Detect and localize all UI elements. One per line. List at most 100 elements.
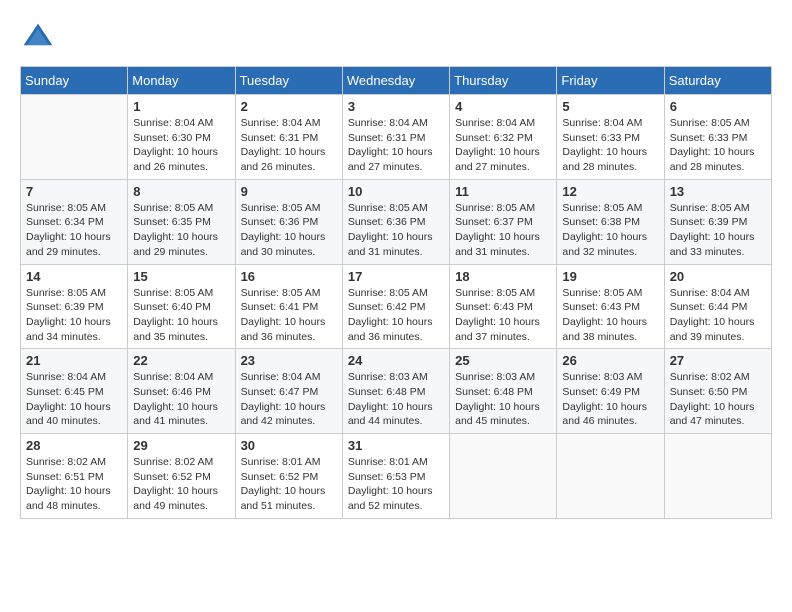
day-info: Sunrise: 8:01 AMSunset: 6:52 PMDaylight:… <box>241 455 337 514</box>
calendar-cell: 29 Sunrise: 8:02 AMSunset: 6:52 PMDayligh… <box>128 434 235 519</box>
calendar-cell: 23Sunrise: 8:04 AMSunset: 6:47 PMDayligh… <box>235 349 342 434</box>
day-info: Sunrise: 8:05 AMSunset: 6:39 PMDaylight:… <box>670 201 766 260</box>
calendar-cell: 12 Sunrise: 8:05 AMSunset: 6:38 PMDayligh… <box>557 179 664 264</box>
calendar-header-row: SundayMondayTuesdayWednesdayThursdayFrid… <box>21 67 772 95</box>
day-info: Sunrise: 8:05 AMSunset: 6:39 PMDaylight:… <box>26 286 122 345</box>
day-info: Sunrise: 8:02 AMSunset: 6:52 PMDaylight:… <box>133 455 229 514</box>
col-header-tuesday: Tuesday <box>235 67 342 95</box>
col-header-wednesday: Wednesday <box>342 67 449 95</box>
day-info: Sunrise: 8:02 AMSunset: 6:51 PMDaylight:… <box>26 455 122 514</box>
day-number: 2 <box>241 99 337 114</box>
calendar-week-row: 1 Sunrise: 8:04 AMSunset: 6:30 PMDaylight… <box>21 95 772 180</box>
col-header-monday: Monday <box>128 67 235 95</box>
day-info: Sunrise: 8:03 AMSunset: 6:48 PMDaylight:… <box>455 370 551 429</box>
col-header-saturday: Saturday <box>664 67 771 95</box>
day-number: 12 <box>562 184 658 199</box>
calendar-week-row: 21 Sunrise: 8:04 AMSunset: 6:45 PMDayligh… <box>21 349 772 434</box>
day-number: 1 <box>133 99 229 114</box>
day-number: 16 <box>241 269 337 284</box>
calendar-cell: 9Sunrise: 8:05 AMSunset: 6:36 PMDaylight… <box>235 179 342 264</box>
calendar-cell: 2 Sunrise: 8:04 AMSunset: 6:31 PMDaylight… <box>235 95 342 180</box>
calendar-table: SundayMondayTuesdayWednesdayThursdayFrid… <box>20 66 772 519</box>
day-number: 31 <box>348 438 444 453</box>
day-number: 5 <box>562 99 658 114</box>
day-info: Sunrise: 8:05 AMSunset: 6:41 PMDaylight:… <box>241 286 337 345</box>
calendar-cell: 30Sunrise: 8:01 AMSunset: 6:52 PMDayligh… <box>235 434 342 519</box>
day-number: 7 <box>26 184 122 199</box>
calendar-cell: 14 Sunrise: 8:05 AMSunset: 6:39 PMDayligh… <box>21 264 128 349</box>
day-info: Sunrise: 8:04 AMSunset: 6:32 PMDaylight:… <box>455 116 551 175</box>
day-info: Sunrise: 8:02 AMSunset: 6:50 PMDaylight:… <box>670 370 766 429</box>
day-number: 15 <box>133 269 229 284</box>
day-info: Sunrise: 8:03 AMSunset: 6:49 PMDaylight:… <box>562 370 658 429</box>
calendar-week-row: 28 Sunrise: 8:02 AMSunset: 6:51 PMDayligh… <box>21 434 772 519</box>
calendar-cell: 28 Sunrise: 8:02 AMSunset: 6:51 PMDayligh… <box>21 434 128 519</box>
day-number: 20 <box>670 269 766 284</box>
day-number: 11 <box>455 184 551 199</box>
day-number: 3 <box>348 99 444 114</box>
calendar-cell: 21 Sunrise: 8:04 AMSunset: 6:45 PMDayligh… <box>21 349 128 434</box>
day-info: Sunrise: 8:05 AMSunset: 6:42 PMDaylight:… <box>348 286 444 345</box>
day-number: 26 <box>562 353 658 368</box>
calendar-cell <box>557 434 664 519</box>
day-number: 4 <box>455 99 551 114</box>
day-info: Sunrise: 8:05 AMSunset: 6:36 PMDaylight:… <box>348 201 444 260</box>
day-number: 19 <box>562 269 658 284</box>
calendar-cell: 22Sunrise: 8:04 AMSunset: 6:46 PMDayligh… <box>128 349 235 434</box>
day-info: Sunrise: 8:04 AMSunset: 6:45 PMDaylight:… <box>26 370 122 429</box>
calendar-cell: 7 Sunrise: 8:05 AMSunset: 6:34 PMDaylight… <box>21 179 128 264</box>
calendar-cell: 26 Sunrise: 8:03 AMSunset: 6:49 PMDayligh… <box>557 349 664 434</box>
logo-icon <box>20 20 56 56</box>
day-number: 10 <box>348 184 444 199</box>
day-number: 27 <box>670 353 766 368</box>
calendar-cell: 13 Sunrise: 8:05 AMSunset: 6:39 PMDayligh… <box>664 179 771 264</box>
day-number: 21 <box>26 353 122 368</box>
calendar-cell <box>664 434 771 519</box>
calendar-week-row: 14 Sunrise: 8:05 AMSunset: 6:39 PMDayligh… <box>21 264 772 349</box>
day-info: Sunrise: 8:05 AMSunset: 6:37 PMDaylight:… <box>455 201 551 260</box>
col-header-friday: Friday <box>557 67 664 95</box>
col-header-sunday: Sunday <box>21 67 128 95</box>
day-info: Sunrise: 8:04 AMSunset: 6:31 PMDaylight:… <box>241 116 337 175</box>
calendar-cell: 18Sunrise: 8:05 AMSunset: 6:43 PMDayligh… <box>450 264 557 349</box>
day-info: Sunrise: 8:04 AMSunset: 6:30 PMDaylight:… <box>133 116 229 175</box>
calendar-cell: 31Sunrise: 8:01 AMSunset: 6:53 PMDayligh… <box>342 434 449 519</box>
calendar-cell: 16 Sunrise: 8:05 AMSunset: 6:41 PMDayligh… <box>235 264 342 349</box>
col-header-thursday: Thursday <box>450 67 557 95</box>
day-number: 6 <box>670 99 766 114</box>
calendar-cell <box>450 434 557 519</box>
calendar-cell: 19 Sunrise: 8:05 AMSunset: 6:43 PMDayligh… <box>557 264 664 349</box>
calendar-cell: 20 Sunrise: 8:04 AMSunset: 6:44 PMDayligh… <box>664 264 771 349</box>
calendar-cell: 5 Sunrise: 8:04 AMSunset: 6:33 PMDaylight… <box>557 95 664 180</box>
calendar-cell: 15 Sunrise: 8:05 AMSunset: 6:40 PMDayligh… <box>128 264 235 349</box>
day-number: 9 <box>241 184 337 199</box>
day-number: 13 <box>670 184 766 199</box>
day-info: Sunrise: 8:05 AMSunset: 6:38 PMDaylight:… <box>562 201 658 260</box>
day-number: 29 <box>133 438 229 453</box>
day-number: 28 <box>26 438 122 453</box>
day-info: Sunrise: 8:04 AMSunset: 6:31 PMDaylight:… <box>348 116 444 175</box>
page-header <box>20 20 772 56</box>
day-number: 22 <box>133 353 229 368</box>
calendar-cell <box>21 95 128 180</box>
calendar-week-row: 7 Sunrise: 8:05 AMSunset: 6:34 PMDaylight… <box>21 179 772 264</box>
day-info: Sunrise: 8:05 AMSunset: 6:35 PMDaylight:… <box>133 201 229 260</box>
calendar-cell: 25Sunrise: 8:03 AMSunset: 6:48 PMDayligh… <box>450 349 557 434</box>
day-number: 17 <box>348 269 444 284</box>
calendar-cell: 24 Sunrise: 8:03 AMSunset: 6:48 PMDayligh… <box>342 349 449 434</box>
calendar-cell: 11 Sunrise: 8:05 AMSunset: 6:37 PMDayligh… <box>450 179 557 264</box>
day-info: Sunrise: 8:04 AMSunset: 6:33 PMDaylight:… <box>562 116 658 175</box>
day-info: Sunrise: 8:04 AMSunset: 6:47 PMDaylight:… <box>241 370 337 429</box>
calendar-cell: 8 Sunrise: 8:05 AMSunset: 6:35 PMDaylight… <box>128 179 235 264</box>
day-number: 14 <box>26 269 122 284</box>
day-info: Sunrise: 8:03 AMSunset: 6:48 PMDaylight:… <box>348 370 444 429</box>
day-info: Sunrise: 8:04 AMSunset: 6:44 PMDaylight:… <box>670 286 766 345</box>
day-info: Sunrise: 8:05 AMSunset: 6:34 PMDaylight:… <box>26 201 122 260</box>
day-info: Sunrise: 8:05 AMSunset: 6:43 PMDaylight:… <box>562 286 658 345</box>
day-number: 24 <box>348 353 444 368</box>
day-number: 8 <box>133 184 229 199</box>
calendar-cell: 27 Sunrise: 8:02 AMSunset: 6:50 PMDayligh… <box>664 349 771 434</box>
day-info: Sunrise: 8:05 AMSunset: 6:33 PMDaylight:… <box>670 116 766 175</box>
day-info: Sunrise: 8:05 AMSunset: 6:40 PMDaylight:… <box>133 286 229 345</box>
calendar-cell: 3 Sunrise: 8:04 AMSunset: 6:31 PMDaylight… <box>342 95 449 180</box>
